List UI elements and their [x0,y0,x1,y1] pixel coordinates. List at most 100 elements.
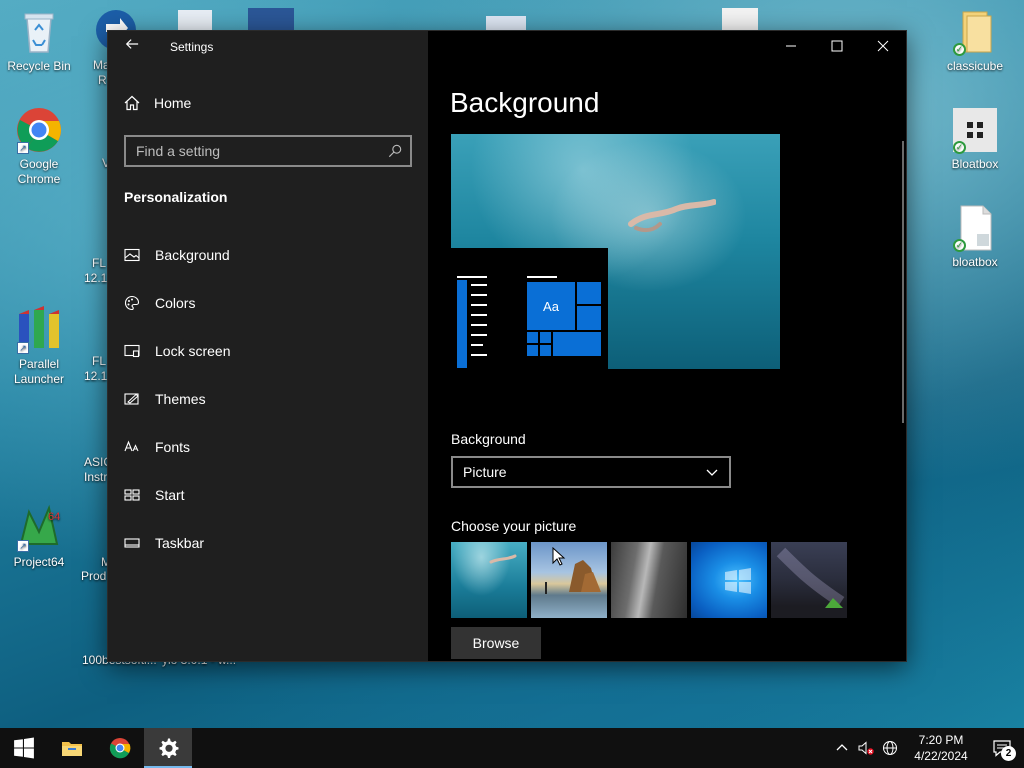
partial-label: R [98,73,107,87]
partial-label: Prod [81,569,107,583]
settings-taskbar-button[interactable] [144,728,192,768]
chevron-up-icon [836,744,848,751]
maximize-button[interactable] [814,31,860,61]
themes-icon [124,393,139,405]
shortcut-arrow-icon: ↗ [17,142,29,154]
maximize-icon [831,40,843,52]
picture-thumbnails [451,542,847,618]
home-link[interactable]: Home [124,95,191,111]
picture-icon [124,248,140,262]
search-input[interactable] [126,143,388,159]
search-box[interactable] [124,135,412,167]
preview-tile: Aa [527,282,575,330]
nav-item-colors[interactable]: Colors [108,279,428,327]
nav-item-taskbar[interactable]: Taskbar [108,519,428,567]
desktop-icon-parallel-launcher[interactable]: ↗ Parallel Launcher [2,306,76,387]
partial-label: FL [92,256,107,270]
nav-label: Themes [155,391,206,407]
nav-label: Fonts [155,439,191,455]
home-label: Home [154,95,192,111]
page-title: Background [450,87,600,118]
network-globe-icon [883,741,897,755]
thumbnail-underwater[interactable] [451,542,527,618]
window-title: Settings [170,40,214,54]
background-dropdown-value: Picture [463,464,507,480]
desktop-icon-classicube[interactable]: ✓ classicube [938,8,1012,74]
clock[interactable]: 7:20 PM 4/22/2024 [902,732,980,764]
nav-item-lock-screen[interactable]: Lock screen [108,327,428,375]
chrome-icon: ↗ [15,106,63,154]
mouse-cursor-icon [552,547,566,566]
close-icon [877,40,889,52]
minimize-button[interactable] [768,31,814,61]
sync-status-icon: ✓ [953,239,966,252]
desktop-icon-recycle-bin[interactable]: Recycle Bin [2,8,76,74]
section-title: Personalization [124,189,228,205]
nav-item-fonts[interactable]: Fonts [108,423,428,471]
scrollbar[interactable] [902,141,904,423]
volume-button[interactable] [854,728,878,768]
file-icon: ✓ [951,204,999,252]
browse-button[interactable]: Browse [451,627,541,659]
desktop-icon-bloatbox-file[interactable]: ✓ bloatbox [938,204,1012,270]
search-icon[interactable] [388,144,402,158]
desktop-icon-partial-word[interactable] [248,8,294,30]
shortcut-arrow-icon: ↗ [17,342,29,354]
notification-badge: 2 [1001,746,1016,761]
preview-start-menu: Aa [451,248,608,369]
fonts-icon [124,440,139,452]
nav-item-start[interactable]: Start [108,471,428,519]
clock-date: 4/22/2024 [914,749,968,763]
recycle-bin-icon [15,8,63,56]
nav-item-themes[interactable]: Themes [108,375,428,423]
partial-label: FL [92,354,107,368]
lock-screen-icon [124,344,140,358]
start-layout-icon [124,489,140,501]
background-preview: Aa [451,134,780,369]
choose-picture-label: Choose your picture [451,518,577,534]
action-center-button[interactable]: 2 [980,728,1024,768]
settings-icon [159,738,179,758]
caption-buttons [768,31,906,61]
nav-label: Lock screen [155,343,231,359]
sync-status-icon: ✓ [953,141,966,154]
thumbnail-cliff[interactable] [611,542,687,618]
desktop-icon-partial-page[interactable] [722,8,758,30]
desktop-icon-project64[interactable]: 64 ↗ Project64 [2,504,76,570]
thumbnail-night-sky[interactable] [771,542,847,618]
start-button[interactable] [0,728,48,768]
nav-label: Taskbar [155,535,205,551]
volume-muted-icon [858,741,874,755]
settings-content: Background Aa Background Picture Choose … [428,31,906,661]
nav-label: Colors [155,295,196,311]
show-hidden-icons-button[interactable] [830,728,854,768]
nav-label: Start [155,487,185,503]
start-icon [14,737,34,759]
desktop-icon-google-chrome[interactable]: ↗ Google Chrome [2,106,76,187]
file-explorer-button[interactable] [48,728,96,768]
desktop-icon-partial-form[interactable] [486,16,526,30]
taskbar: 7:20 PM 4/22/2024 2 [0,728,1024,768]
sync-status-icon: ✓ [953,43,966,56]
thumbnail-windows-default[interactable] [691,542,767,618]
parallel-launcher-icon: ↗ [15,306,63,354]
chrome-taskbar-button[interactable] [96,728,144,768]
project64-icon: 64 ↗ [15,504,63,552]
chrome-icon [109,738,131,759]
file-explorer-icon [62,742,82,756]
thumbnail-beach-rocks[interactable] [531,542,607,618]
nav-item-background[interactable]: Background [108,231,428,279]
close-button[interactable] [860,31,906,61]
desktop-icon-partial-doc[interactable] [178,10,212,32]
network-button[interactable] [878,728,902,768]
palette-icon [124,295,140,311]
desktop-icon-bloatbox[interactable]: ✓ Bloatbox [938,106,1012,172]
shortcut-arrow-icon: ↗ [17,540,29,552]
nav-label: Background [155,247,230,263]
background-dropdown[interactable]: Picture [451,456,731,488]
settings-window: Settings Home Personalization Background [107,30,907,662]
system-tray: 7:20 PM 4/22/2024 2 [830,728,1024,768]
folder-icon: ✓ [951,8,999,56]
minimize-icon [786,45,796,47]
back-button[interactable] [122,37,142,56]
